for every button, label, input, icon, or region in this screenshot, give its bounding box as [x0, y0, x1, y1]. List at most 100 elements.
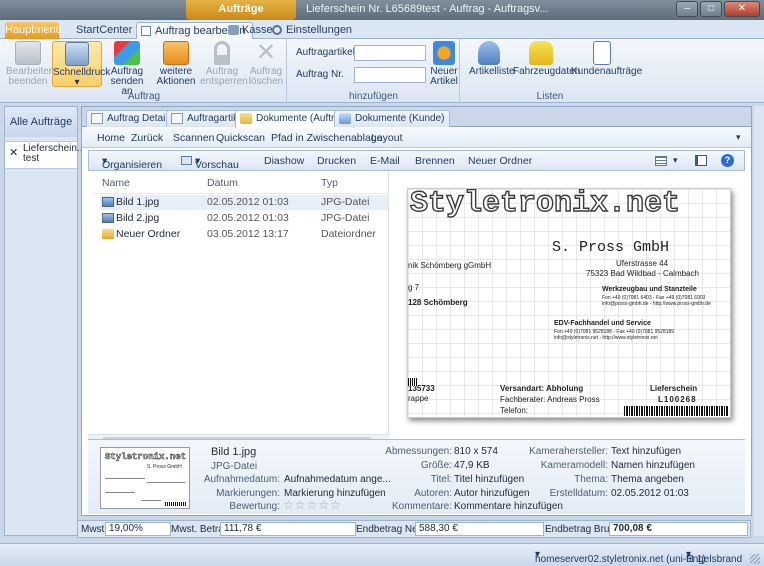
column-header-date[interactable]: Datum	[207, 177, 238, 189]
view-options-icon[interactable]	[655, 156, 667, 166]
order-number-input[interactable]	[354, 67, 426, 83]
tab-main-menu[interactable]: Hauptmenü	[5, 22, 62, 39]
nav-chevron-down-icon[interactable]: ▾	[736, 132, 741, 143]
delete-label-2: löschen	[248, 76, 284, 87]
value-camera-maker[interactable]: Text hinzufügen	[611, 446, 681, 457]
end-edit-button[interactable]: Bearbeiten beenden	[6, 41, 54, 87]
label-title: Titel:	[430, 474, 452, 485]
preview-rappe: rappe	[408, 394, 429, 403]
file-list: Name Datum Typ Bild 1.jpg 02.05.2012 01:…	[88, 171, 389, 437]
file-name: Neuer Ordner	[116, 228, 181, 240]
view-options-chevron-icon[interactable]: ▾	[673, 155, 678, 166]
user-status[interactable]: Engelsbrand ▾	[686, 549, 742, 565]
preview-button[interactable]: Vorschau ▾	[181, 155, 239, 171]
file-type: Dateiordner	[321, 228, 376, 240]
label-dimensions: Abmessungen:	[385, 446, 452, 457]
nav-copy-path[interactable]: Pfad in Zwischenablage	[271, 132, 383, 144]
label-comments: Kommentare:	[391, 501, 452, 512]
ribbon-group-add-label: hinzufügen	[349, 91, 398, 102]
label-size: Größe:	[420, 460, 452, 471]
send-shapes-icon	[114, 41, 140, 65]
image-file-icon	[102, 213, 114, 223]
server-status[interactable]: homeserver02.styletronix.net (uni-fit 1)…	[535, 549, 706, 565]
net-total-value: 588,30 €	[415, 522, 544, 536]
column-header-name[interactable]: Name	[102, 177, 130, 189]
thumbnail-line	[147, 482, 185, 483]
tab-startcenter[interactable]: StartCenter	[70, 22, 138, 39]
new-folder-button[interactable]: Neuer Ordner	[468, 155, 532, 167]
quick-print-button[interactable]: Schnelldruck ▾	[52, 41, 110, 88]
unlock-label-2: entsperren	[200, 76, 248, 87]
preview-recipient: nik Schömberg gGmbH	[408, 261, 492, 270]
preview-doc-number: L100268	[658, 395, 697, 404]
file-row[interactable]: Bild 2.jpg 02.05.2012 01:03 JPG-Datei	[100, 211, 388, 226]
image-file-icon	[102, 197, 114, 207]
close-document-icon[interactable]: ✕	[9, 148, 18, 159]
tab-order-details[interactable]: Auftrag Details	[86, 110, 178, 127]
send-order-button[interactable]: Auftrag senden an	[104, 41, 150, 97]
customer-orders-label: Kundenaufträge	[571, 66, 643, 77]
resize-grip-icon[interactable]	[750, 554, 760, 564]
slideshow-button[interactable]: Diashow	[264, 155, 304, 167]
unlock-order-button[interactable]: Auftrag entsperren	[200, 41, 248, 87]
ribbon-group-order-label: Auftrag	[127, 91, 161, 102]
close-window-button[interactable]: ✕	[724, 1, 760, 17]
totals-bar: Mwst. 19,00% Mwst. Betrag 111,78 € Endbe…	[77, 520, 751, 538]
tab-documents-customer[interactable]: Dokumente (Kunde)	[334, 110, 450, 127]
file-date: 02.05.2012 01:03	[207, 212, 289, 224]
delete-order-button[interactable]: ✕ Auftrag löschen	[246, 41, 286, 87]
thumbnail-logo: Styletronix.net	[105, 452, 187, 463]
file-row[interactable]: Bild 1.jpg 02.05.2012 01:03 JPG-Datei	[100, 195, 388, 210]
preview-phone: Telefon:	[500, 406, 529, 415]
help-icon[interactable]: ?	[721, 154, 734, 167]
nav-home[interactable]: Home	[97, 132, 125, 144]
nav-scan[interactable]: Scannen	[173, 132, 214, 144]
article-list-button[interactable]: Artikelliste	[469, 41, 515, 77]
preview-pane-icon[interactable]	[695, 155, 707, 166]
column-header-type[interactable]: Typ	[321, 177, 338, 189]
open-document-label-2: test	[23, 153, 40, 164]
register-icon	[228, 25, 239, 35]
nav-quickscan[interactable]: Quickscan	[216, 132, 265, 144]
thumbnail-company: S. Pross GmbH	[147, 464, 182, 470]
tab-settings[interactable]: Einstellungen	[270, 22, 358, 39]
open-document-item[interactable]: ✕ Lieferschein... test	[5, 141, 85, 169]
vat-rate-input[interactable]: 19,00%	[105, 522, 171, 536]
preview-image: Styletronix.net S. Pross GmbH Uferstrass…	[407, 188, 731, 418]
status-bar: homeserver02.styletronix.net (uni-fit 1)…	[0, 543, 764, 566]
all-orders-button[interactable]: Alle Aufträge	[5, 107, 77, 137]
value-size: 47,9 KB	[454, 460, 490, 471]
right-scrollbar[interactable]	[754, 106, 764, 536]
vat-label: Mwst.	[81, 524, 108, 535]
customer-orders-button[interactable]: Kundenaufträge	[571, 41, 643, 77]
value-subject[interactable]: Thema angeben	[611, 474, 684, 485]
details-icon	[91, 113, 103, 124]
value-authors[interactable]: Autor hinzufügen	[454, 488, 530, 499]
barcode	[624, 406, 728, 416]
article-id-input[interactable]	[354, 45, 426, 61]
vehicle-data-button[interactable]: Fahrzeugdaten	[513, 41, 580, 77]
rating-stars[interactable]: ☆☆☆☆☆	[283, 498, 342, 512]
label-camera-maker: Kamerahersteller:	[529, 446, 608, 457]
print-button[interactable]: Drucken	[317, 155, 356, 167]
nav-layout[interactable]: Layout	[371, 132, 403, 144]
window-title: Lieferschein Nr. L65689test - Auftrag - …	[306, 3, 549, 15]
printer-icon	[65, 42, 89, 66]
value-title[interactable]: Titel hinzufügen	[454, 474, 524, 485]
preview-logo: Styletronix.net	[409, 188, 681, 222]
organize-button[interactable]: Organisieren ▾	[102, 155, 162, 171]
new-article-button[interactable]: Neuer Artikel	[430, 41, 458, 87]
chevron-down-icon: ▾	[74, 77, 80, 88]
details-pane: Styletronix.net S. Pross GmbH Bild 1.jpg…	[88, 439, 745, 514]
file-row[interactable]: Neuer Ordner 03.05.2012 13:17 Dateiordne…	[100, 227, 388, 242]
nav-back[interactable]: Zurück	[131, 132, 163, 144]
value-camera-model[interactable]: Namen hinzufügen	[611, 460, 695, 471]
ribbon-group-order: Bearbeiten beenden Schnelldruck ▾ Auftra…	[2, 39, 287, 103]
value-comments[interactable]: Kommentare hinzufügen	[454, 501, 563, 512]
email-button[interactable]: E-Mail	[370, 155, 400, 167]
minimize-button[interactable]: –	[676, 1, 698, 17]
maximize-button[interactable]: □	[700, 1, 722, 17]
more-actions-button[interactable]: weitere Aktionen	[154, 41, 198, 87]
folder-icon	[102, 229, 114, 239]
burn-button[interactable]: Brennen	[415, 155, 455, 167]
